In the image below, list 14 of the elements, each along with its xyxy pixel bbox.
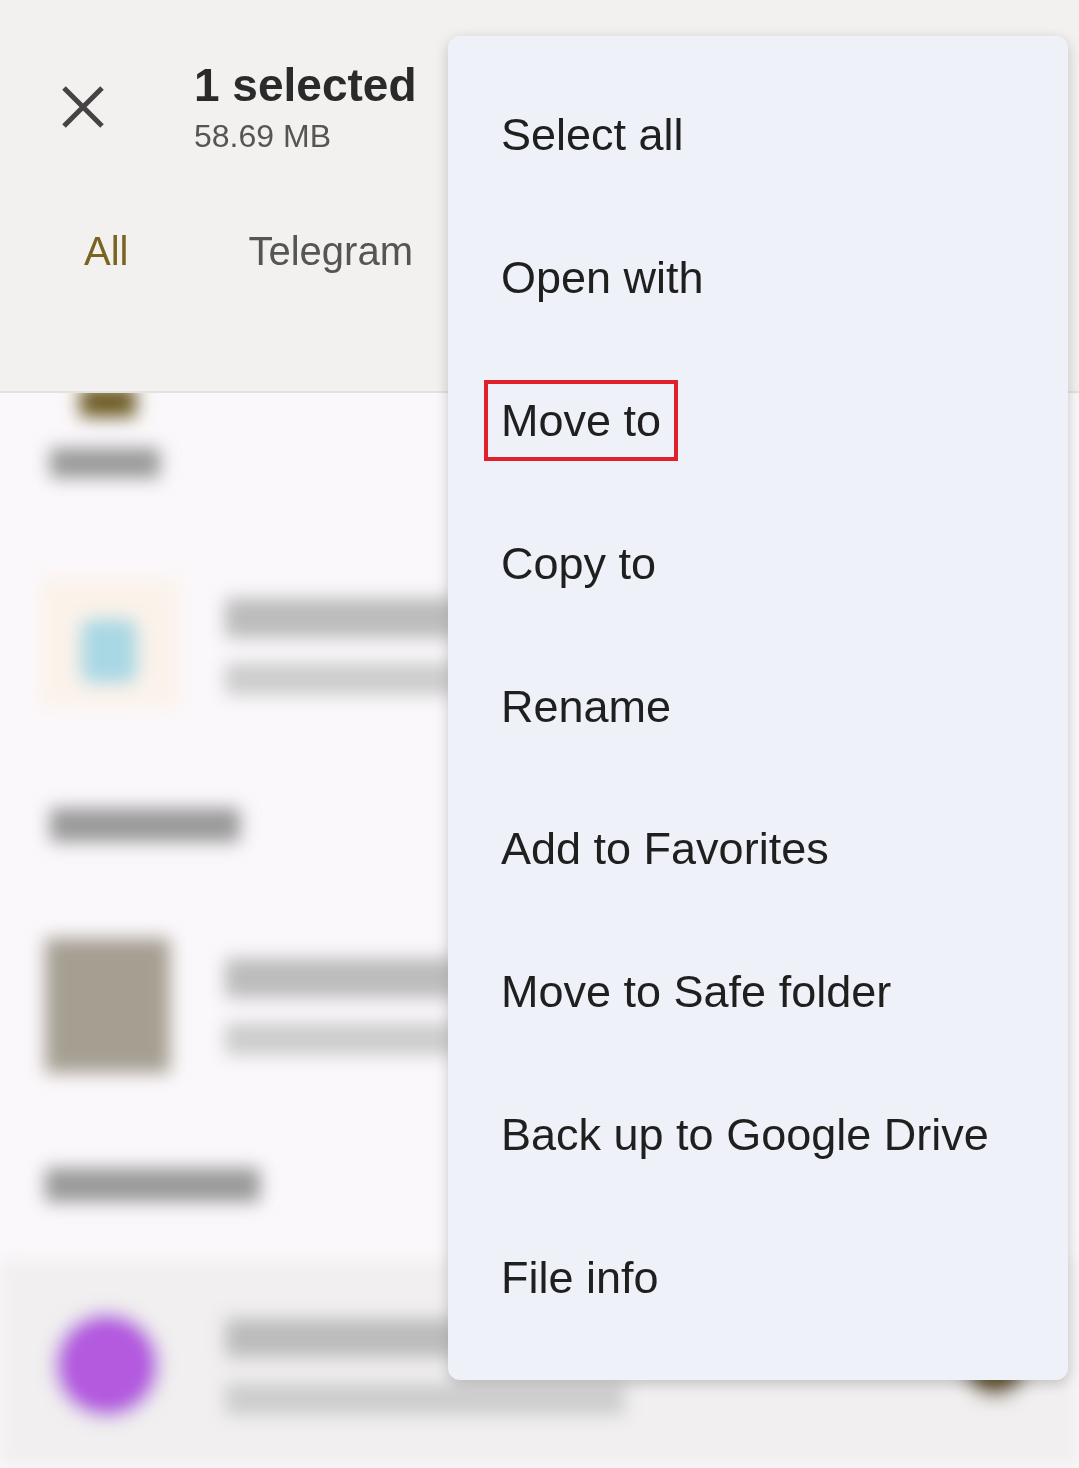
close-icon[interactable] xyxy=(60,84,106,130)
menu-item[interactable]: Copy to xyxy=(484,522,674,604)
filter-tab[interactable]: Telegram xyxy=(248,229,413,274)
menu-item[interactable]: Select all xyxy=(484,94,701,175)
menu-item[interactable]: Add to Favorites xyxy=(484,808,846,890)
menu-item[interactable]: Rename xyxy=(484,665,689,747)
menu-item[interactable]: File info xyxy=(484,1237,676,1319)
menu-item[interactable]: Move to xyxy=(484,379,679,461)
selection-size: 58.69 MB xyxy=(194,118,332,155)
menu-item[interactable]: Back up to Google Drive xyxy=(484,1094,1006,1176)
menu-item[interactable]: Move to Safe folder xyxy=(484,951,909,1033)
selection-count: 1 selected xyxy=(194,58,417,112)
menu-item[interactable]: Open with xyxy=(484,236,721,318)
filter-tab[interactable]: All xyxy=(84,229,129,274)
